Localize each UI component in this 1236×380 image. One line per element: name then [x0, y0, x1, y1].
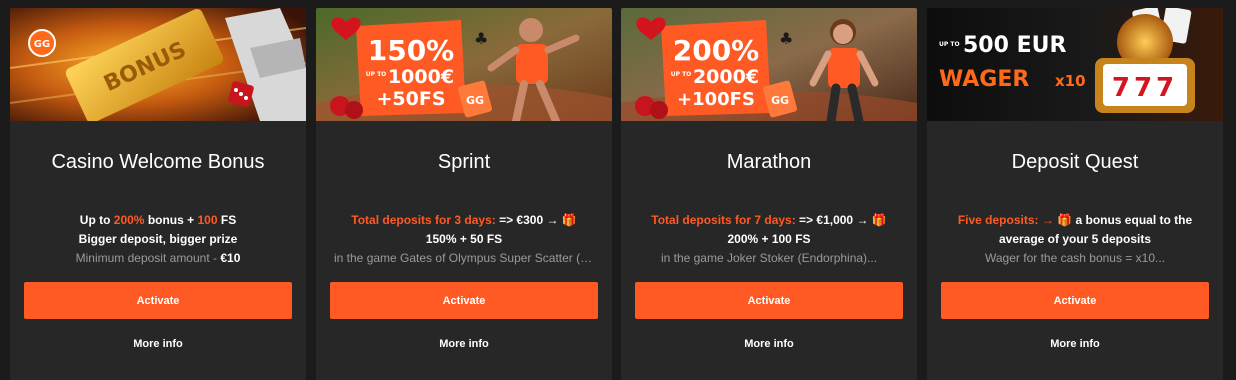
text-segment: bonus + — [144, 213, 198, 227]
card-title: Sprint — [437, 151, 491, 173]
more-info-link[interactable]: More info — [927, 338, 1223, 350]
banner-percent: 200% — [673, 34, 760, 67]
card-description: Up to 200% bonus + 100 FS Bigger deposit… — [20, 211, 296, 268]
activate-button[interactable]: Activate — [24, 282, 292, 319]
text-segment: FS — [217, 213, 237, 227]
card-line-2: average of your 5 deposits — [998, 232, 1152, 246]
svg-text:♣: ♣ — [474, 29, 488, 48]
gift-icon: 🎁 — [1057, 213, 1073, 227]
text-segment: => €300 → — [495, 213, 562, 227]
banner-wager: WAGER — [939, 67, 1029, 92]
sprint-runner-image: 150% UP TO 1000€ +50FS ♣ GG — [316, 8, 612, 121]
bonus-card-marathon: 200% UP TO 2000€ +100FS ♣ GG Marathon To… — [621, 8, 917, 380]
highlight-percent: 200% — [113, 213, 145, 227]
more-info-link[interactable]: More info — [316, 338, 612, 350]
banner-amount: 500 EUR — [963, 33, 1066, 58]
banner-logo: GG — [466, 94, 484, 107]
deposit-condition: Five deposits: — [957, 213, 1039, 227]
banner-amount: 2000€ — [693, 66, 759, 88]
bonus-card-sprint: 150% UP TO 1000€ +50FS ♣ GG Sprint Total… — [316, 8, 612, 380]
card-line-2: Bigger deposit, bigger prize — [78, 232, 238, 246]
min-deposit-amount: €10 — [220, 251, 241, 265]
text-segment: Up to — [79, 213, 114, 227]
banner-percent: 150% — [368, 34, 455, 67]
banner-up-to: UP TO — [939, 41, 960, 48]
text-segment: a bonus equal to the — [1072, 213, 1193, 227]
slot-machine-image: UP TO 500 EUR WAGER x10 777 — [927, 8, 1223, 121]
arrow-icon: → — [1038, 213, 1058, 227]
deposit-quest-banner: UP TO 500 EUR WAGER x10 777 — [927, 8, 1223, 121]
banner-multiplier: x10 — [1055, 72, 1086, 90]
card-title: Marathon — [726, 151, 812, 173]
gift-icon: 🎁 — [871, 213, 887, 227]
svg-text:GG: GG — [34, 39, 50, 50]
banner-up-to: UP TO — [671, 71, 692, 78]
card-line-1: Up to 200% bonus + 100 FS — [20, 211, 296, 230]
card-line-3: in the game Gates of Olympus Super Scatt… — [334, 251, 602, 265]
deposit-condition: Total deposits for 3 days: — [351, 213, 496, 227]
marathon-banner: 200% UP TO 2000€ +100FS ♣ GG — [621, 8, 917, 121]
card-line-1: Total deposits for 7 days: => €1,000 → 🎁 — [631, 211, 907, 230]
card-line-3: in the game Joker Stoker (Endorphina)... — [660, 251, 878, 265]
sprint-banner: 150% UP TO 1000€ +50FS ♣ GG — [316, 8, 612, 121]
card-title: Casino Welcome Bonus — [51, 151, 265, 173]
slot-reels: 777 — [1112, 73, 1178, 103]
bonus-cards-row: BONUS GG Casino Welcome Bonus Up to 200%… — [0, 0, 1236, 380]
more-info-link[interactable]: More info — [10, 338, 306, 350]
card-title: Deposit Quest — [1011, 151, 1139, 173]
activate-button[interactable]: Activate — [941, 282, 1209, 319]
banner-logo: GG — [771, 94, 789, 107]
card-description: Five deposits: → 🎁 a bonus equal to the … — [937, 211, 1213, 268]
welcome-bonus-ticket-image: BONUS GG — [10, 8, 306, 121]
activate-button[interactable]: Activate — [330, 282, 598, 319]
card-line-3: Minimum deposit amount - €10 — [20, 249, 296, 268]
text-segment: => €1,000 → — [795, 213, 872, 227]
banner-fs: +100FS — [677, 89, 755, 110]
banner-fs: +50FS — [376, 88, 445, 110]
gift-icon: 🎁 — [561, 213, 577, 227]
card-description: Total deposits for 3 days: => €300 → 🎁 1… — [326, 211, 602, 268]
deposit-condition: Total deposits for 7 days: — [651, 213, 796, 227]
banner-up-to: UP TO — [366, 71, 387, 78]
card-line-1: Five deposits: → 🎁 a bonus equal to the — [937, 211, 1213, 230]
card-line-2: 200% + 100 FS — [727, 232, 811, 246]
card-description: Total deposits for 7 days: => €1,000 → 🎁… — [631, 211, 907, 268]
text-segment: Minimum deposit amount - — [75, 251, 221, 265]
banner-amount: 1000€ — [388, 66, 454, 88]
card-line-1: Total deposits for 3 days: => €300 → 🎁 — [326, 211, 602, 230]
highlight-fs-count: 100 — [197, 213, 218, 227]
more-info-link[interactable]: More info — [621, 338, 917, 350]
card-line-3: Wager for the cash bonus = x10... — [985, 251, 1165, 265]
svg-text:♣: ♣ — [779, 29, 793, 48]
bonus-card-deposit-quest: UP TO 500 EUR WAGER x10 777 Deposit Ques… — [927, 8, 1223, 380]
bonus-card-casino-welcome: BONUS GG Casino Welcome Bonus Up to 200%… — [10, 8, 306, 380]
casino-welcome-banner: BONUS GG — [10, 8, 306, 121]
activate-button[interactable]: Activate — [635, 282, 903, 319]
marathon-runner-image: 200% UP TO 2000€ +100FS ♣ GG — [621, 8, 917, 121]
card-line-2: 150% + 50 FS — [425, 232, 503, 246]
